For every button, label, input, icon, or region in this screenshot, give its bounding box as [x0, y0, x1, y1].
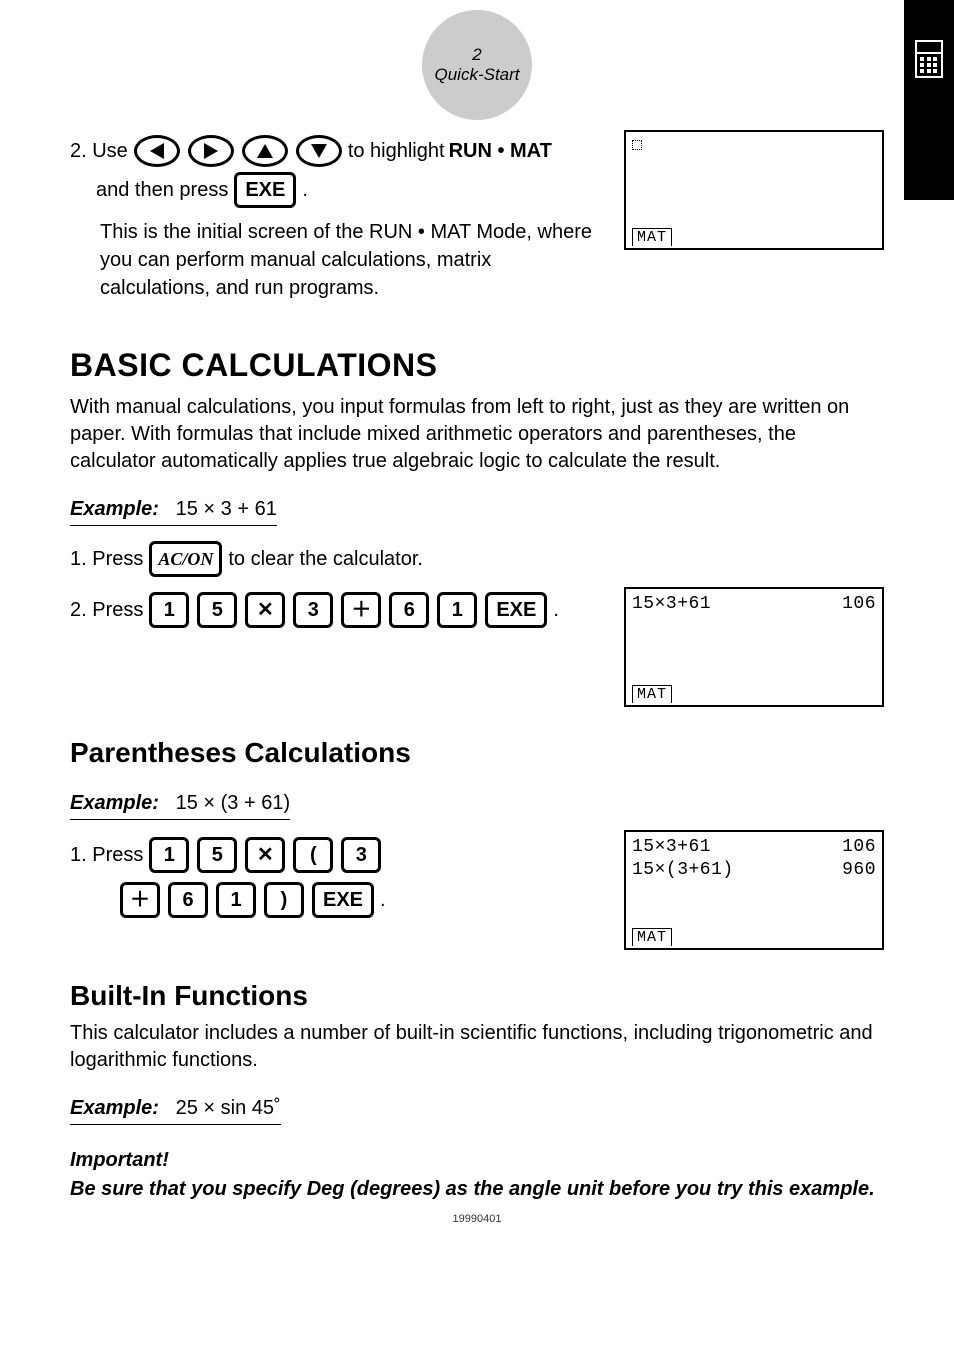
example-expression: 15 × 3 + 61 — [176, 498, 277, 520]
key-1b[interactable]: 1 — [216, 882, 256, 918]
builtin-body: This calculator includes a number of bui… — [70, 1020, 884, 1074]
basic-step2-prefix: 2. Press — [70, 594, 143, 626]
screen-expr: 15×3+61 — [632, 593, 711, 616]
screen-result-1: 106 — [842, 836, 876, 859]
parentheses-heading: Parentheses Calculations — [70, 737, 884, 769]
period: . — [302, 174, 308, 206]
footer-code: 19990401 — [70, 1213, 884, 1225]
key-1b[interactable]: 1 — [437, 592, 477, 628]
basic-calculations-heading: BASIC CALCULATIONS — [70, 347, 884, 384]
left-arrow-key[interactable] — [134, 135, 180, 167]
mat-tab: MAT — [632, 685, 672, 703]
important-text: Be sure that you specify Deg (degrees) a… — [70, 1176, 884, 1203]
exe-key[interactable]: EXE — [485, 592, 547, 628]
example-label: Example: — [70, 498, 159, 520]
mat-tab: MAT — [632, 928, 672, 946]
example-label: Example: — [70, 792, 159, 814]
key-5[interactable]: 5 — [197, 592, 237, 628]
step2-highlight: RUN • MAT — [449, 135, 552, 167]
calculator-screen-basic: 15×3+61 106 MAT — [624, 587, 884, 707]
exe-key[interactable]: EXE — [234, 172, 296, 208]
screen-result: 106 — [842, 593, 876, 616]
key-open-paren[interactable]: ( — [293, 837, 333, 873]
mat-tab: MAT — [632, 228, 672, 246]
basic-body: With manual calculations, you input form… — [70, 394, 884, 475]
step2-prefix: 2. Use — [70, 135, 128, 167]
key-1[interactable]: 1 — [149, 592, 189, 628]
basic-step1-prefix: 1. Press — [70, 543, 143, 575]
basic-example: Example: 15 × 3 + 61 — [70, 498, 277, 526]
key-multiply[interactable]: ✕ — [245, 837, 285, 873]
up-arrow-key[interactable] — [242, 135, 288, 167]
step2-mid: to highlight — [348, 135, 445, 167]
builtin-example: Example: 25 × sin 45˚ — [70, 1097, 281, 1125]
builtin-heading: Built-In Functions — [70, 980, 884, 1012]
page-header-badge: 2 Quick-Start — [422, 10, 532, 120]
page-number: 2 — [472, 45, 481, 65]
key-3[interactable]: 3 — [293, 592, 333, 628]
paren-step1-prefix: 1. Press — [70, 839, 143, 871]
period: . — [380, 884, 386, 916]
key-multiply[interactable]: ✕ — [245, 592, 285, 628]
screen-result-2: 960 — [842, 859, 876, 882]
key-3[interactable]: 3 — [341, 837, 381, 873]
page-label: Quick-Start — [434, 65, 519, 85]
calculator-screen-initial: MAT — [624, 130, 884, 250]
key-5[interactable]: 5 — [197, 837, 237, 873]
key-plus[interactable]: ＋ — [341, 592, 381, 628]
step2-line2a: and then press — [96, 174, 228, 206]
screen-expr-1: 15×3+61 — [632, 836, 711, 859]
example-expression: 25 × sin 45˚ — [176, 1097, 281, 1119]
cursor-icon — [632, 140, 642, 150]
ac-on-key[interactable]: AC/ON — [149, 541, 222, 577]
down-arrow-key[interactable] — [296, 135, 342, 167]
key-6[interactable]: 6 — [389, 592, 429, 628]
right-arrow-key[interactable] — [188, 135, 234, 167]
key-close-paren[interactable]: ) — [264, 882, 304, 918]
key-plus[interactable]: ＋ — [120, 882, 160, 918]
basic-step1-suffix: to clear the calculator. — [228, 543, 423, 575]
calculator-screen-paren: 15×3+61 106 15×(3+61) 960 MAT — [624, 830, 884, 950]
important-label: Important! — [70, 1149, 884, 1172]
paren-example: Example: 15 × (3 + 61) — [70, 792, 290, 820]
example-label: Example: — [70, 1097, 159, 1119]
key-6[interactable]: 6 — [168, 882, 208, 918]
step2-description: This is the initial screen of the RUN • … — [70, 218, 604, 302]
key-1[interactable]: 1 — [149, 837, 189, 873]
screen-expr-2: 15×(3+61) — [632, 859, 734, 882]
exe-key[interactable]: EXE — [312, 882, 374, 918]
period: . — [553, 594, 559, 626]
example-expression: 15 × (3 + 61) — [176, 792, 291, 814]
